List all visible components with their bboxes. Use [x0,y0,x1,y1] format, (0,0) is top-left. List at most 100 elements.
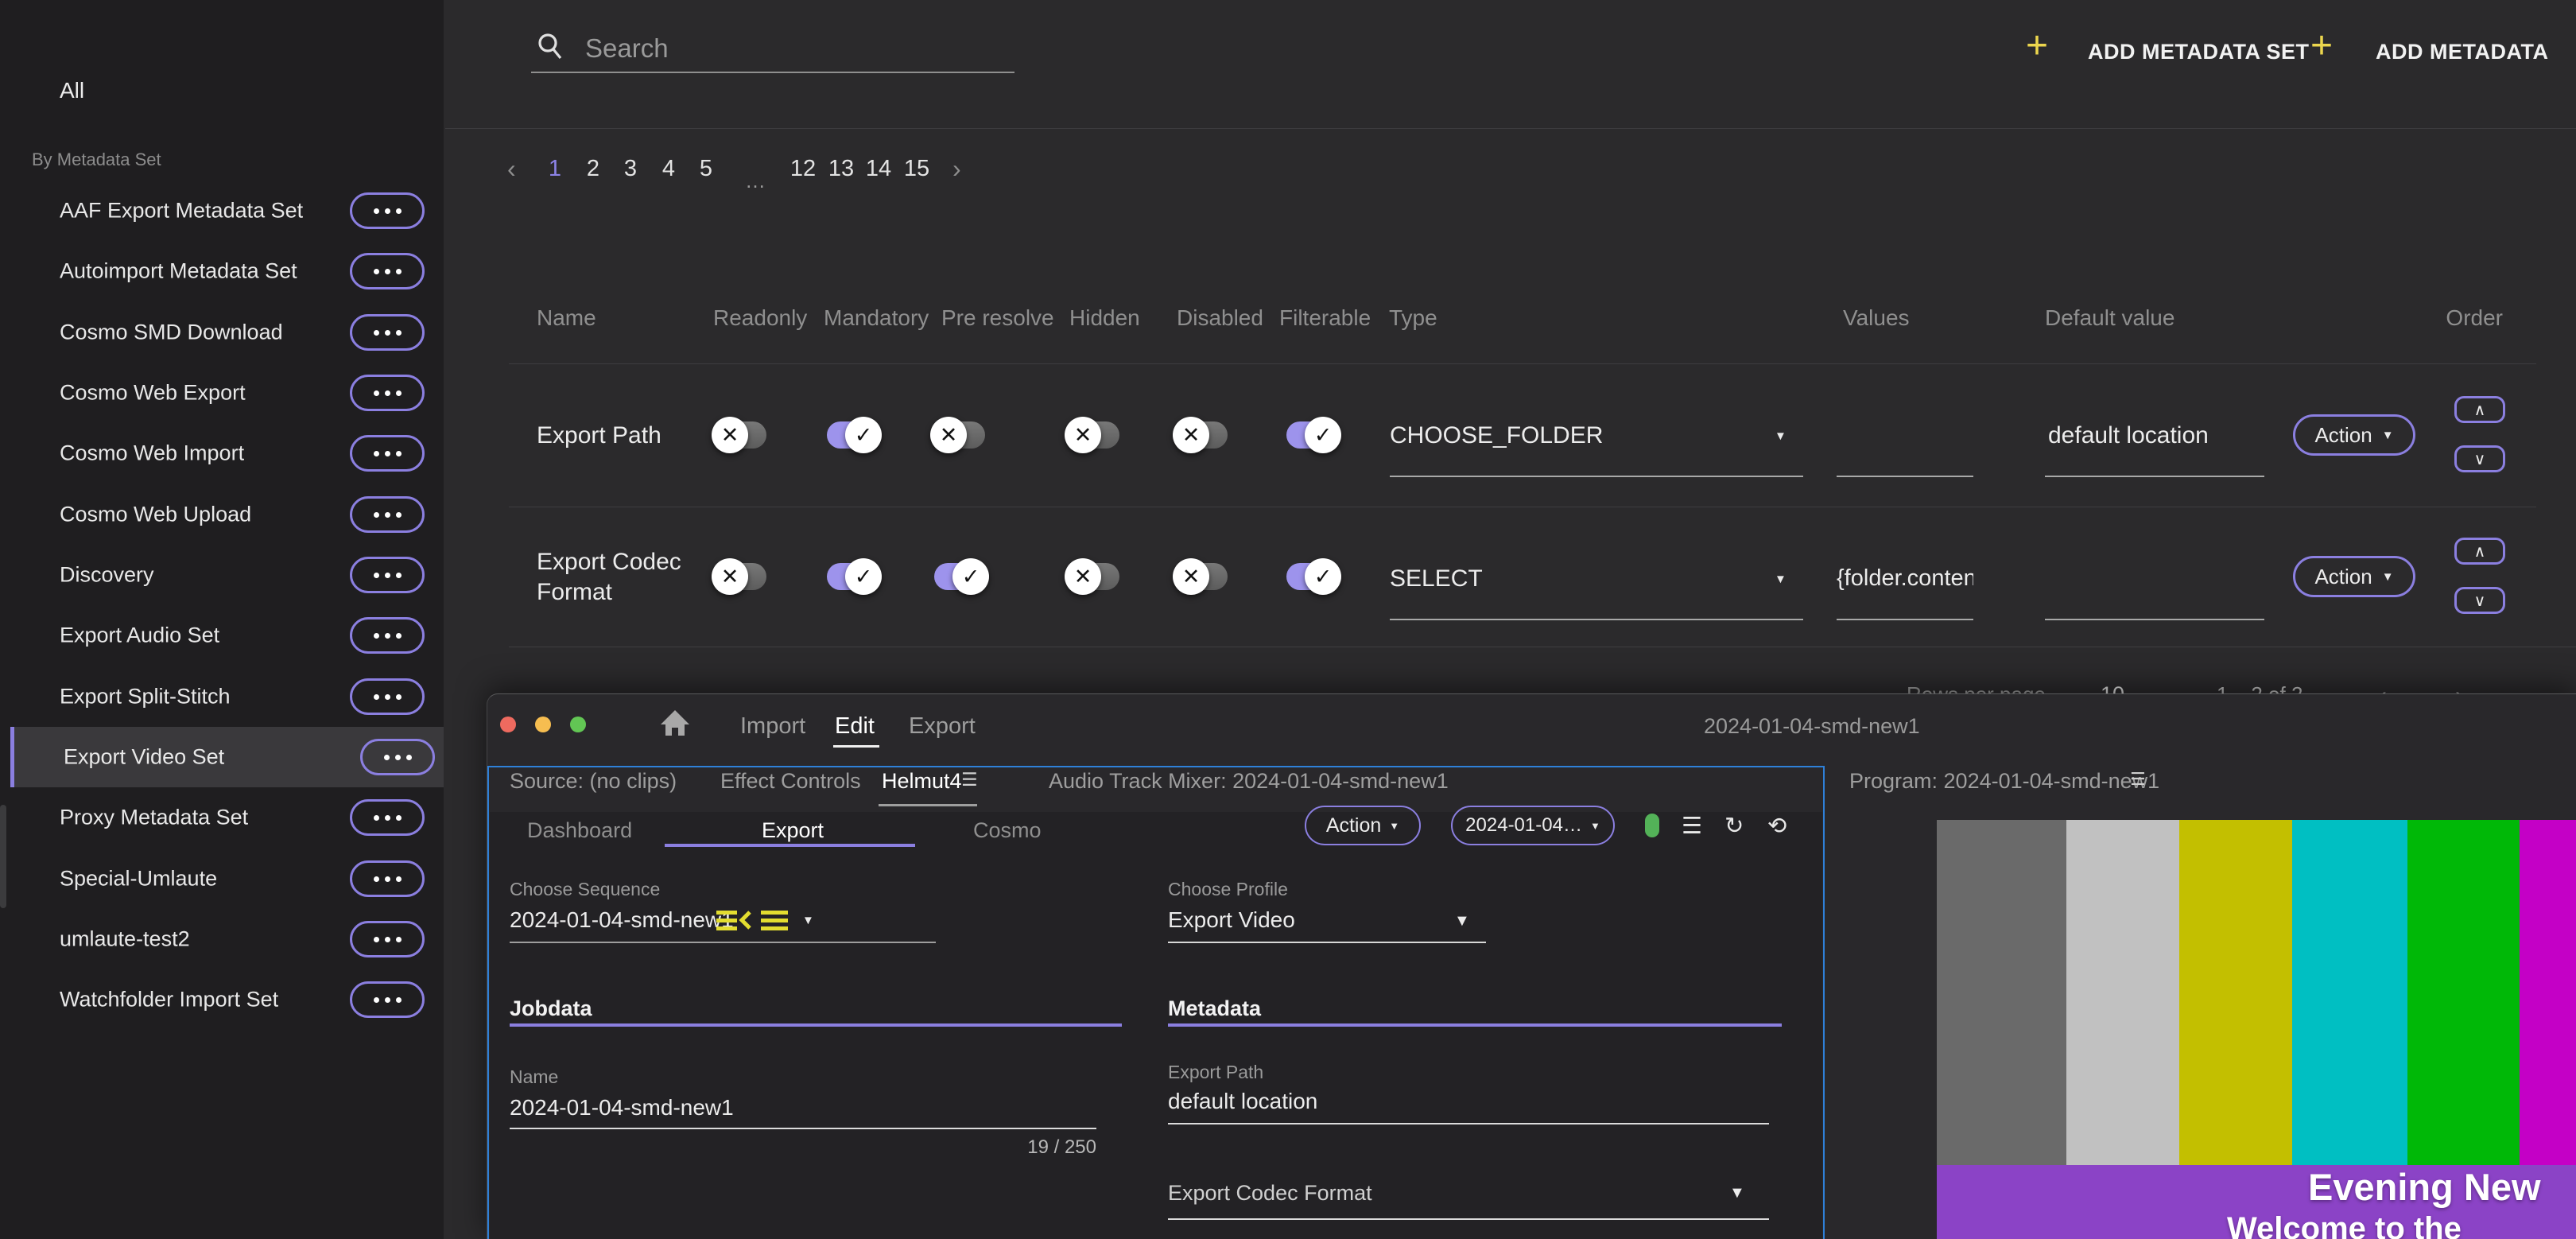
tab-export[interactable]: Export [909,713,976,740]
page-button[interactable]: 3 [613,156,648,182]
panel-tab-source[interactable]: Source: (no clips) [510,769,677,794]
default-value-field[interactable]: default location [2048,422,2209,449]
sidebar-scrollbar[interactable] [0,805,6,908]
order-down-button[interactable]: ∨ [2454,445,2505,472]
order-down-button[interactable]: ∨ [2454,587,2505,614]
add-metadata-set-button[interactable]: ADD METADATA SET [2088,40,2309,64]
item-menu-button[interactable] [350,375,425,411]
item-menu-button[interactable] [350,981,425,1018]
action-button[interactable]: Action ▼ [2293,414,2415,456]
sidebar-item-all[interactable]: All [60,78,84,103]
panel-menu-icon[interactable]: ☰ [2130,769,2146,790]
home-icon[interactable] [658,705,692,740]
sidebar-item[interactable]: Cosmo SMD Download [0,302,444,363]
page-next-button[interactable]: › [952,154,961,184]
item-menu-button[interactable] [350,678,425,715]
type-select[interactable]: SELECT [1390,565,1483,592]
search-input[interactable]: Search [585,33,669,64]
default-underline[interactable] [2045,619,2264,620]
tab-export-inner[interactable]: Export [762,818,824,843]
order-up-button[interactable]: ∧ [2454,538,2505,565]
sidebar-item[interactable]: Discovery [0,545,444,605]
sidebar-item[interactable]: Watchfolder Import Set [0,969,444,1030]
toggle-filterable[interactable]: ✓ [1286,563,1337,590]
sidebar-item[interactable]: Proxy Metadata Set [0,787,444,848]
export-codec-select[interactable]: Export Codec Format [1168,1181,1372,1206]
action-button[interactable]: Action ▼ [2293,556,2415,597]
sidebar-item[interactable]: Special-Umlaute [0,849,444,909]
refresh-icon[interactable]: ↻ [1724,812,1744,840]
item-menu-button[interactable] [350,253,425,289]
sidebar-item[interactable]: umlaute-test2 [0,909,444,969]
export-path-input[interactable]: default location [1168,1089,1317,1114]
sidebar-item[interactable]: Cosmo Web Upload [0,484,444,545]
item-menu-button[interactable] [350,860,425,897]
toggle-disabled[interactable]: ✕ [1177,421,1228,449]
menu-icon[interactable]: ☰ [1682,812,1702,840]
sidebar-item[interactable]: Export Audio Set [0,605,444,666]
page-button[interactable]: 14 [861,156,896,182]
chevron-down-icon[interactable]: ▼ [802,914,814,927]
page-prev-button[interactable]: ‹ [507,154,516,184]
panel-tab-effect-controls[interactable]: Effect Controls [720,769,861,794]
app-window: Import Edit Export 2024-01-04-smd-new1 S… [487,693,2576,1239]
item-menu-button[interactable] [350,435,425,472]
sequence-menu-icon[interactable] [761,909,788,933]
toggle-disabled[interactable]: ✕ [1177,563,1228,590]
sidebar-item[interactable]: Cosmo Web Export [0,363,444,423]
chevron-down-icon[interactable]: ▼ [1454,912,1470,930]
panel-tab-helmut4[interactable]: Helmut4 [882,769,962,794]
toggle-mandatory[interactable]: ✓ [827,563,878,590]
tab-import[interactable]: Import [740,713,805,740]
values-underline[interactable] [1837,476,1973,477]
page-button[interactable]: 1 [537,156,572,182]
panel-tab-audio-track-mixer[interactable]: Audio Track Mixer: 2024-01-04-smd-new1 [1049,769,1449,794]
choose-sequence-value[interactable]: 2024-01-04-smd-new1 [510,907,734,933]
tab-dashboard[interactable]: Dashboard [527,818,632,843]
item-menu-button[interactable] [350,799,425,836]
sequence-list-icon[interactable] [716,909,751,933]
close-window-button[interactable] [500,717,516,732]
maximize-window-button[interactable] [570,717,586,732]
page-button[interactable]: 4 [651,156,686,182]
sidebar-item[interactable]: Cosmo Web Import [0,423,444,484]
toggle-readonly[interactable]: ✕ [716,563,766,590]
item-menu-button[interactable] [350,496,425,533]
minimize-window-button[interactable] [535,717,551,732]
panel-action-button[interactable]: Action ▼ [1305,806,1421,845]
tab-edit[interactable]: Edit [835,713,875,740]
toggle-preresolve[interactable]: ✓ [934,563,985,590]
item-menu-button[interactable] [350,617,425,654]
item-menu-button[interactable] [350,192,425,229]
item-menu-button[interactable] [350,921,425,957]
chevron-down-icon[interactable]: ▼ [1729,1184,1745,1202]
choose-profile-value[interactable]: Export Video [1168,907,1295,933]
page-button[interactable]: 15 [899,156,934,182]
sidebar-item[interactable]: Export Split-Stitch [0,666,444,727]
sequence-dropdown-button[interactable]: 2024-01-04… ▼ [1451,806,1615,845]
toggle-preresolve[interactable]: ✕ [934,421,985,449]
name-input[interactable]: 2024-01-04-smd-new1 [510,1095,734,1121]
toggle-readonly[interactable]: ✕ [716,421,766,449]
order-up-button[interactable]: ∧ [2454,396,2505,423]
page-button[interactable]: 12 [786,156,821,182]
panel-menu-icon[interactable]: ☰ [961,769,978,790]
values-field[interactable]: {folder.content.{ [1837,565,1973,592]
page-button[interactable]: 5 [689,156,724,182]
toggle-mandatory[interactable]: ✓ [827,421,878,449]
toggle-hidden[interactable]: ✕ [1069,563,1119,590]
item-menu-button[interactable] [360,739,435,775]
tab-cosmo[interactable]: Cosmo [973,818,1042,843]
add-metadata-button[interactable]: ADD METADATA [2376,40,2548,64]
page-button[interactable]: 2 [576,156,611,182]
toggle-hidden[interactable]: ✕ [1069,421,1119,449]
type-select[interactable]: CHOOSE_FOLDER [1390,422,1603,449]
item-menu-button[interactable] [350,314,425,351]
sync-icon[interactable]: ⟲ [1767,812,1787,840]
item-menu-button[interactable] [350,557,425,593]
sidebar-item[interactable]: Autoimport Metadata Set [0,241,444,301]
toggle-filterable[interactable]: ✓ [1286,421,1337,449]
page-button[interactable]: 13 [824,156,859,182]
sidebar-item[interactable]: AAF Export Metadata Set [0,181,444,241]
sidebar-item-selected[interactable]: Export Video Set [10,727,444,787]
